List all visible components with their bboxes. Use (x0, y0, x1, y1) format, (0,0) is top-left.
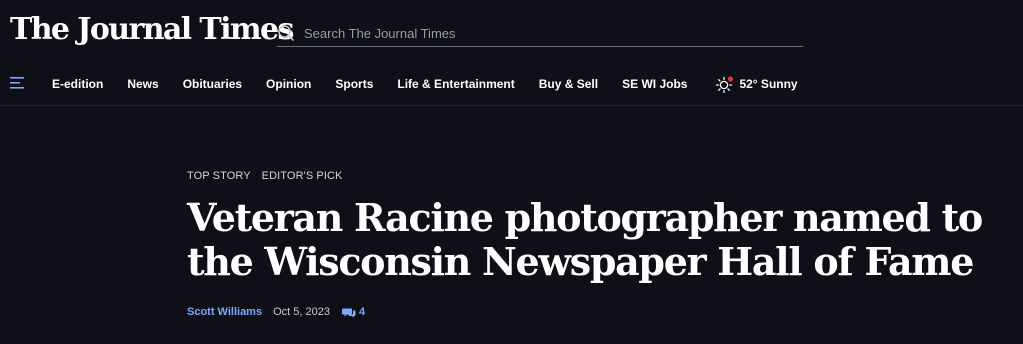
nav-item-opinion[interactable]: Opinion (266, 77, 311, 91)
weather-text: 52° Sunny (739, 77, 798, 91)
tag-editors-pick: EDITOR'S PICK (261, 170, 343, 182)
main-nav: E-edition News Obituaries Opinion Sports… (0, 72, 1023, 96)
tag-top-story: TOP STORY (187, 170, 251, 182)
byline: Scott Williams Oct 5, 2023 4 (187, 306, 1017, 318)
search-input[interactable] (304, 25, 784, 41)
comment-icon (341, 308, 356, 317)
weather-alert-dot (728, 76, 734, 82)
site-header: The Journal Times E-edition News Obituar… (0, 0, 1023, 106)
weather-widget[interactable]: 52° Sunny (715, 75, 798, 93)
nav-items: E-edition News Obituaries Opinion Sports… (52, 75, 798, 93)
comments-link[interactable]: 4 (341, 306, 366, 318)
nav-item-buy-sell[interactable]: Buy & Sell (539, 77, 598, 91)
search-icon[interactable] (277, 24, 295, 42)
nav-item-e-edition[interactable]: E-edition (52, 77, 103, 91)
publish-date: Oct 5, 2023 (273, 306, 330, 318)
sun-icon (716, 76, 734, 93)
nav-item-se-wi-jobs[interactable]: SE WI Jobs (622, 77, 687, 91)
author-link[interactable]: Scott Williams (187, 306, 262, 318)
article-headline: Veteran Racine photographer named to the… (187, 195, 983, 284)
nav-item-news[interactable]: News (127, 77, 158, 91)
nav-item-sports[interactable]: Sports (335, 77, 373, 91)
search-bar[interactable] (277, 20, 803, 47)
nav-item-obituaries[interactable]: Obituaries (183, 77, 242, 91)
hamburger-menu-icon[interactable] (10, 77, 24, 89)
article-tags: TOP STORY EDITOR'S PICK (187, 170, 1017, 182)
site-logo[interactable]: The Journal Times (10, 12, 294, 47)
nav-item-life-entertainment[interactable]: Life & Entertainment (397, 77, 514, 91)
article-header: TOP STORY EDITOR'S PICK Veteran Racine p… (187, 170, 1017, 318)
comment-count: 4 (358, 306, 366, 318)
